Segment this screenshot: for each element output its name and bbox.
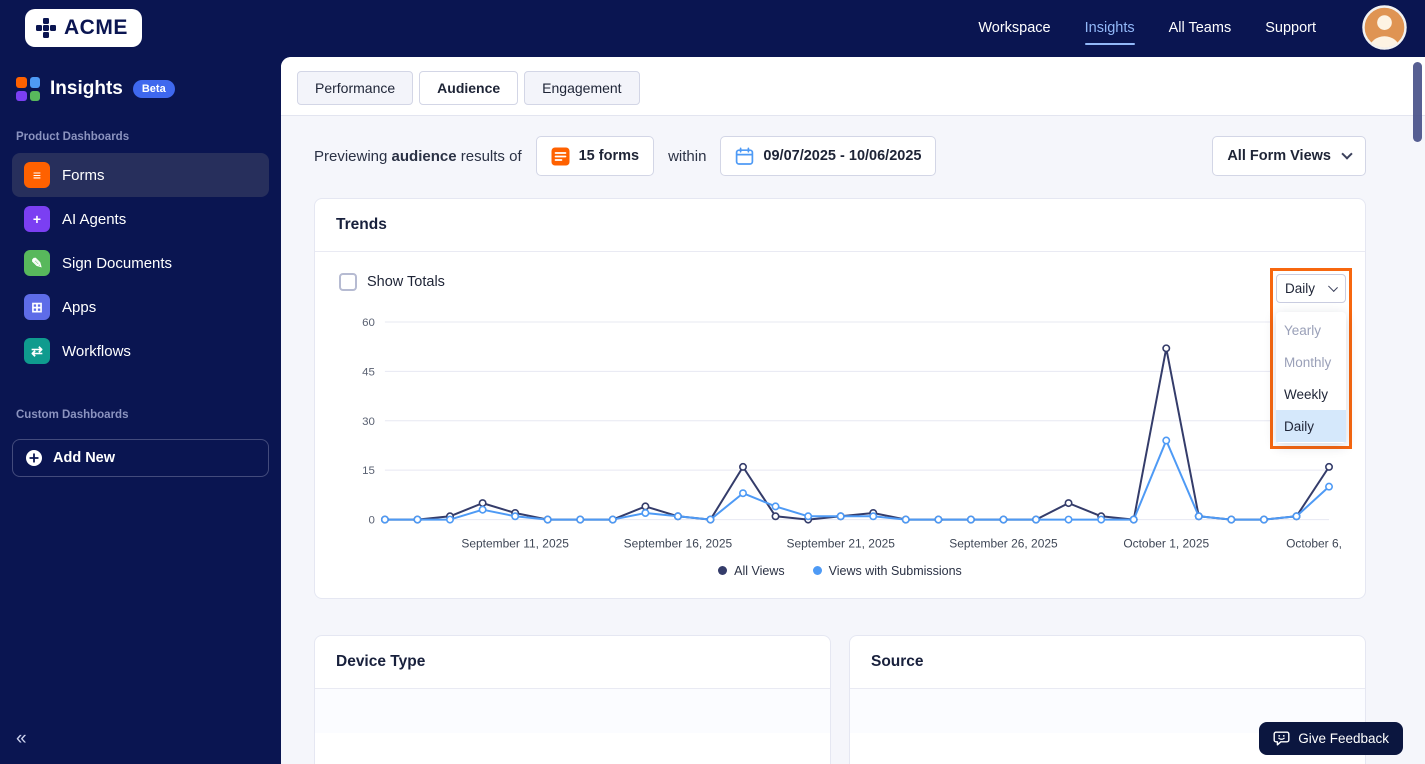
sidebar-item-sign-documents[interactable]: ✎ Sign Documents: [12, 241, 269, 285]
nav-workspace[interactable]: Workspace: [978, 20, 1050, 36]
date-range-label: 09/07/2025 - 10/06/2025: [763, 148, 922, 164]
sidebar-item-label: Sign Documents: [62, 254, 173, 272]
svg-text:0: 0: [369, 515, 375, 527]
plus-circle-icon: [26, 450, 42, 466]
sidebar-item-ai-agents[interactable]: + AI Agents: [12, 197, 269, 241]
tab-engagement[interactable]: Engagement: [524, 71, 640, 105]
nav-insights[interactable]: Insights: [1084, 20, 1135, 45]
svg-text:September 26, 2025: September 26, 2025: [949, 537, 1058, 551]
forms-count-label: 15 forms: [578, 148, 640, 164]
sidebar-item-label: Apps: [62, 298, 97, 316]
device-type-body: [315, 688, 830, 733]
section-product-dashboards: Product Dashboards: [16, 131, 130, 143]
acme-logo[interactable]: ACME: [25, 8, 142, 47]
svg-text:15: 15: [362, 465, 375, 477]
preview-bar: Previewing audience results of 15 forms …: [314, 136, 1366, 176]
tabs: Performance Audience Engagement: [297, 71, 1409, 105]
trends-chart: 0 15 30 45 60 September 11, 2025 September 16,…: [362, 317, 1341, 551]
legend-dot: [718, 566, 728, 575]
trends-card: Trends Show Totals Daily Yearly Monthly: [314, 198, 1366, 599]
scrollbar-thumb[interactable]: [1413, 62, 1422, 142]
give-feedback-button[interactable]: Give Feedback: [1259, 722, 1403, 755]
svg-text:September 21, 2025: September 21, 2025: [786, 537, 895, 551]
sidebar: Insights Beta Product Dashboards ≡ Forms…: [0, 55, 281, 764]
sidebar-item-label: AI Agents: [62, 210, 127, 228]
sidebar-item-forms[interactable]: ≡ Forms: [12, 153, 269, 197]
legend-views-with-submissions: Views with Submissions: [812, 564, 962, 578]
granularity-menu: Yearly Monthly Weekly Daily: [1276, 312, 1346, 443]
sidebar-item-label: Forms: [62, 166, 105, 184]
svg-text:September 16, 2025: September 16, 2025: [624, 537, 733, 551]
sidebar-item-workflows[interactable]: ⇄ Workflows: [12, 329, 269, 373]
workflows-icon: ⇄: [24, 338, 50, 364]
granularity-option-yearly: Yearly: [1284, 322, 1322, 338]
granularity-option-daily[interactable]: Daily: [1276, 410, 1346, 442]
nav-all-teams[interactable]: All Teams: [1169, 20, 1232, 36]
sidebar-header: Insights Beta: [12, 63, 269, 125]
trends-body: Show Totals Daily Yearly Monthly Weekly …: [315, 252, 1365, 598]
sidebar-item-apps[interactable]: ⊞ Apps: [12, 285, 269, 329]
device-type-title: Device Type: [315, 636, 830, 689]
form-views-label: All Form Views: [1227, 148, 1331, 164]
show-totals-checkbox[interactable]: [339, 273, 357, 291]
nav-support[interactable]: Support: [1265, 20, 1316, 36]
legend-dot: [812, 566, 822, 575]
give-feedback-label: Give Feedback: [1298, 731, 1389, 746]
section-custom-dashboards: Custom Dashboards: [16, 409, 129, 421]
feedback-bubble-icon: [1273, 731, 1290, 746]
apps-icon: ⊞: [24, 294, 50, 320]
within-label: within: [668, 147, 707, 165]
sidebar-item-label: Workflows: [62, 342, 131, 360]
granularity-selected-label: Daily: [1285, 281, 1316, 296]
collapse-sidebar-button[interactable]: «: [16, 729, 27, 748]
sign-documents-icon: ✎: [24, 250, 50, 276]
legend-all-views: All Views: [718, 564, 785, 578]
svg-text:September 11, 2025: September 11, 2025: [461, 537, 569, 551]
granularity-option-weekly[interactable]: Weekly: [1276, 378, 1346, 410]
granularity-option-monthly: Monthly: [1284, 354, 1332, 370]
logo-text: ACME: [64, 15, 128, 39]
granularity-annotation-box: Daily Yearly Monthly Weekly Daily: [1270, 268, 1352, 449]
add-new-button[interactable]: Add New: [12, 439, 269, 477]
date-range-picker[interactable]: 09/07/2025 - 10/06/2025: [720, 136, 937, 176]
preview-text: Previewing audience results of: [314, 147, 522, 165]
top-nav: Workspace Insights All Teams Support: [978, 5, 1407, 50]
chevron-down-icon: [1341, 148, 1353, 160]
device-type-card: Device Type: [314, 634, 831, 764]
form-icon: [551, 147, 570, 165]
trends-controls: Show Totals: [339, 272, 1341, 292]
svg-text:October 6, 2025: October 6, 2025: [1286, 537, 1341, 551]
svg-text:30: 30: [362, 416, 375, 428]
content: Previewing audience results of 15 forms …: [281, 116, 1425, 764]
tabs-strip: Performance Audience Engagement: [281, 57, 1425, 116]
svg-text:October 1, 2025: October 1, 2025: [1123, 537, 1209, 551]
beta-badge: Beta: [132, 80, 175, 98]
ai-agents-icon: +: [24, 206, 50, 232]
main-panel: Performance Audience Engagement Previewi…: [281, 57, 1425, 764]
forms-filter-chip[interactable]: 15 forms: [535, 136, 655, 176]
form-views-dropdown[interactable]: All Form Views: [1212, 136, 1366, 176]
trends-title: Trends: [315, 199, 1365, 252]
tab-audience[interactable]: Audience: [419, 71, 519, 105]
calendar-icon: [736, 147, 754, 165]
sidebar-title: Insights: [50, 78, 123, 99]
acme-logo-icon: [36, 17, 56, 38]
forms-icon: ≡: [24, 162, 50, 188]
svg-text:60: 60: [362, 317, 375, 329]
insights-icon: [16, 77, 40, 101]
topbar: ACME Workspace Insights All Teams Suppor…: [0, 0, 1425, 55]
show-totals-label: Show Totals: [367, 274, 445, 290]
avatar[interactable]: [1362, 5, 1407, 50]
source-title: Source: [850, 636, 1365, 689]
chevron-down-icon: [1328, 282, 1338, 292]
granularity-select[interactable]: Daily: [1276, 274, 1346, 303]
bottom-cards: Device Type Source: [314, 634, 1366, 764]
tab-performance[interactable]: Performance: [297, 71, 414, 105]
add-new-label: Add New: [53, 450, 116, 466]
chart-legend: All Views Views with Submissions: [339, 564, 1341, 578]
svg-text:45: 45: [362, 366, 375, 378]
